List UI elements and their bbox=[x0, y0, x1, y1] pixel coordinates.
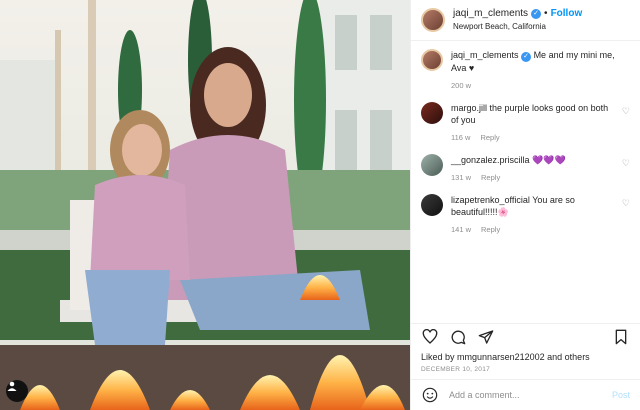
comment-username[interactable]: __gonzalez.priscilla bbox=[451, 155, 530, 165]
post-date[interactable]: DECEMBER 10, 2017 bbox=[411, 362, 640, 379]
post-photo[interactable] bbox=[0, 0, 410, 410]
photo-illustration bbox=[0, 0, 410, 410]
post-header: jaqi_m_clements ✓ • Follow Newport Beach… bbox=[411, 0, 640, 41]
comment-age: 141 w bbox=[451, 225, 472, 234]
comments-list[interactable]: jaqi_m_clements ✓ Me and my mini me, Ava… bbox=[411, 41, 640, 323]
action-bar bbox=[411, 323, 640, 350]
verified-icon: ✓ bbox=[521, 52, 532, 62]
commenter-avatar[interactable] bbox=[421, 194, 443, 216]
comment-meta: 141 w Reply bbox=[451, 224, 616, 236]
post-side-panel: jaqi_m_clements ✓ • Follow Newport Beach… bbox=[410, 0, 640, 410]
tagged-user-icon[interactable] bbox=[6, 380, 28, 402]
add-comment-input[interactable] bbox=[447, 389, 604, 401]
caption-item: jaqi_m_clements ✓ Me and my mini me, Ava… bbox=[421, 49, 630, 92]
comment-username[interactable]: lizapetrenko_official bbox=[451, 195, 530, 205]
comment-age: 116 w bbox=[451, 133, 471, 142]
comment-text: 💜💜💜 bbox=[532, 155, 566, 165]
separator-dot: • bbox=[544, 8, 548, 19]
comment-item: __gonzalez.priscilla 💜💜💜 131 w Reply ♡ bbox=[421, 154, 630, 184]
caption-username[interactable]: jaqi_m_clements bbox=[451, 50, 519, 60]
comment-age: 131 w bbox=[451, 173, 472, 182]
caption-body: jaqi_m_clements ✓ Me and my mini me, Ava… bbox=[451, 49, 630, 92]
comment-username[interactable]: margo.jill bbox=[451, 103, 487, 113]
reply-button[interactable]: Reply bbox=[481, 224, 500, 236]
verified-icon: ✓ bbox=[531, 8, 542, 19]
comment-heart-icon[interactable]: ♡ bbox=[622, 198, 630, 209]
reply-button[interactable]: Reply bbox=[481, 172, 500, 184]
comment-item: margo.jill the purple looks good on both… bbox=[421, 102, 630, 144]
reply-button[interactable]: Reply bbox=[480, 132, 499, 144]
liked-by-label: Liked by bbox=[421, 352, 455, 362]
add-comment-bar: Post bbox=[411, 379, 640, 410]
liked-and-label: and bbox=[547, 352, 563, 362]
likes-summary: Liked by mmgunnarsen212002 and others bbox=[411, 350, 640, 362]
caption-age: 200 w bbox=[451, 81, 472, 90]
comment-meta: 116 w Reply bbox=[451, 132, 616, 144]
comment-body: lizapetrenko_official You are so beautif… bbox=[451, 194, 630, 236]
comment-heart-icon[interactable]: ♡ bbox=[622, 158, 630, 169]
header-text: jaqi_m_clements ✓ • Follow Newport Beach… bbox=[453, 7, 582, 33]
follow-button[interactable]: Follow bbox=[551, 7, 583, 20]
comment-body: margo.jill the purple looks good on both… bbox=[451, 102, 630, 144]
author-avatar[interactable] bbox=[421, 8, 445, 32]
commenter-avatar[interactable] bbox=[421, 154, 443, 176]
header-row: jaqi_m_clements ✓ • Follow bbox=[453, 7, 582, 20]
comment-icon[interactable] bbox=[449, 328, 467, 346]
emoji-icon[interactable] bbox=[421, 386, 439, 404]
author-username[interactable]: jaqi_m_clements bbox=[453, 7, 528, 20]
liked-others-link[interactable]: others bbox=[565, 352, 590, 362]
comment-meta: 131 w Reply bbox=[451, 172, 616, 184]
caption-meta: 200 w bbox=[451, 80, 616, 92]
location-link[interactable]: Newport Beach, California bbox=[453, 20, 582, 33]
caption-avatar[interactable] bbox=[421, 49, 443, 71]
post-comment-button[interactable]: Post bbox=[612, 390, 630, 400]
commenter-avatar[interactable] bbox=[421, 102, 443, 124]
heart-icon[interactable] bbox=[421, 328, 439, 346]
comment-heart-icon[interactable]: ♡ bbox=[622, 106, 630, 117]
share-icon[interactable] bbox=[477, 328, 495, 346]
bookmark-icon[interactable] bbox=[612, 328, 630, 346]
liked-by-user[interactable]: mmgunnarsen212002 bbox=[457, 352, 545, 362]
instagram-post-window: jaqi_m_clements ✓ • Follow Newport Beach… bbox=[0, 0, 640, 410]
comment-body: __gonzalez.priscilla 💜💜💜 131 w Reply bbox=[451, 154, 630, 184]
comment-item: lizapetrenko_official You are so beautif… bbox=[421, 194, 630, 236]
